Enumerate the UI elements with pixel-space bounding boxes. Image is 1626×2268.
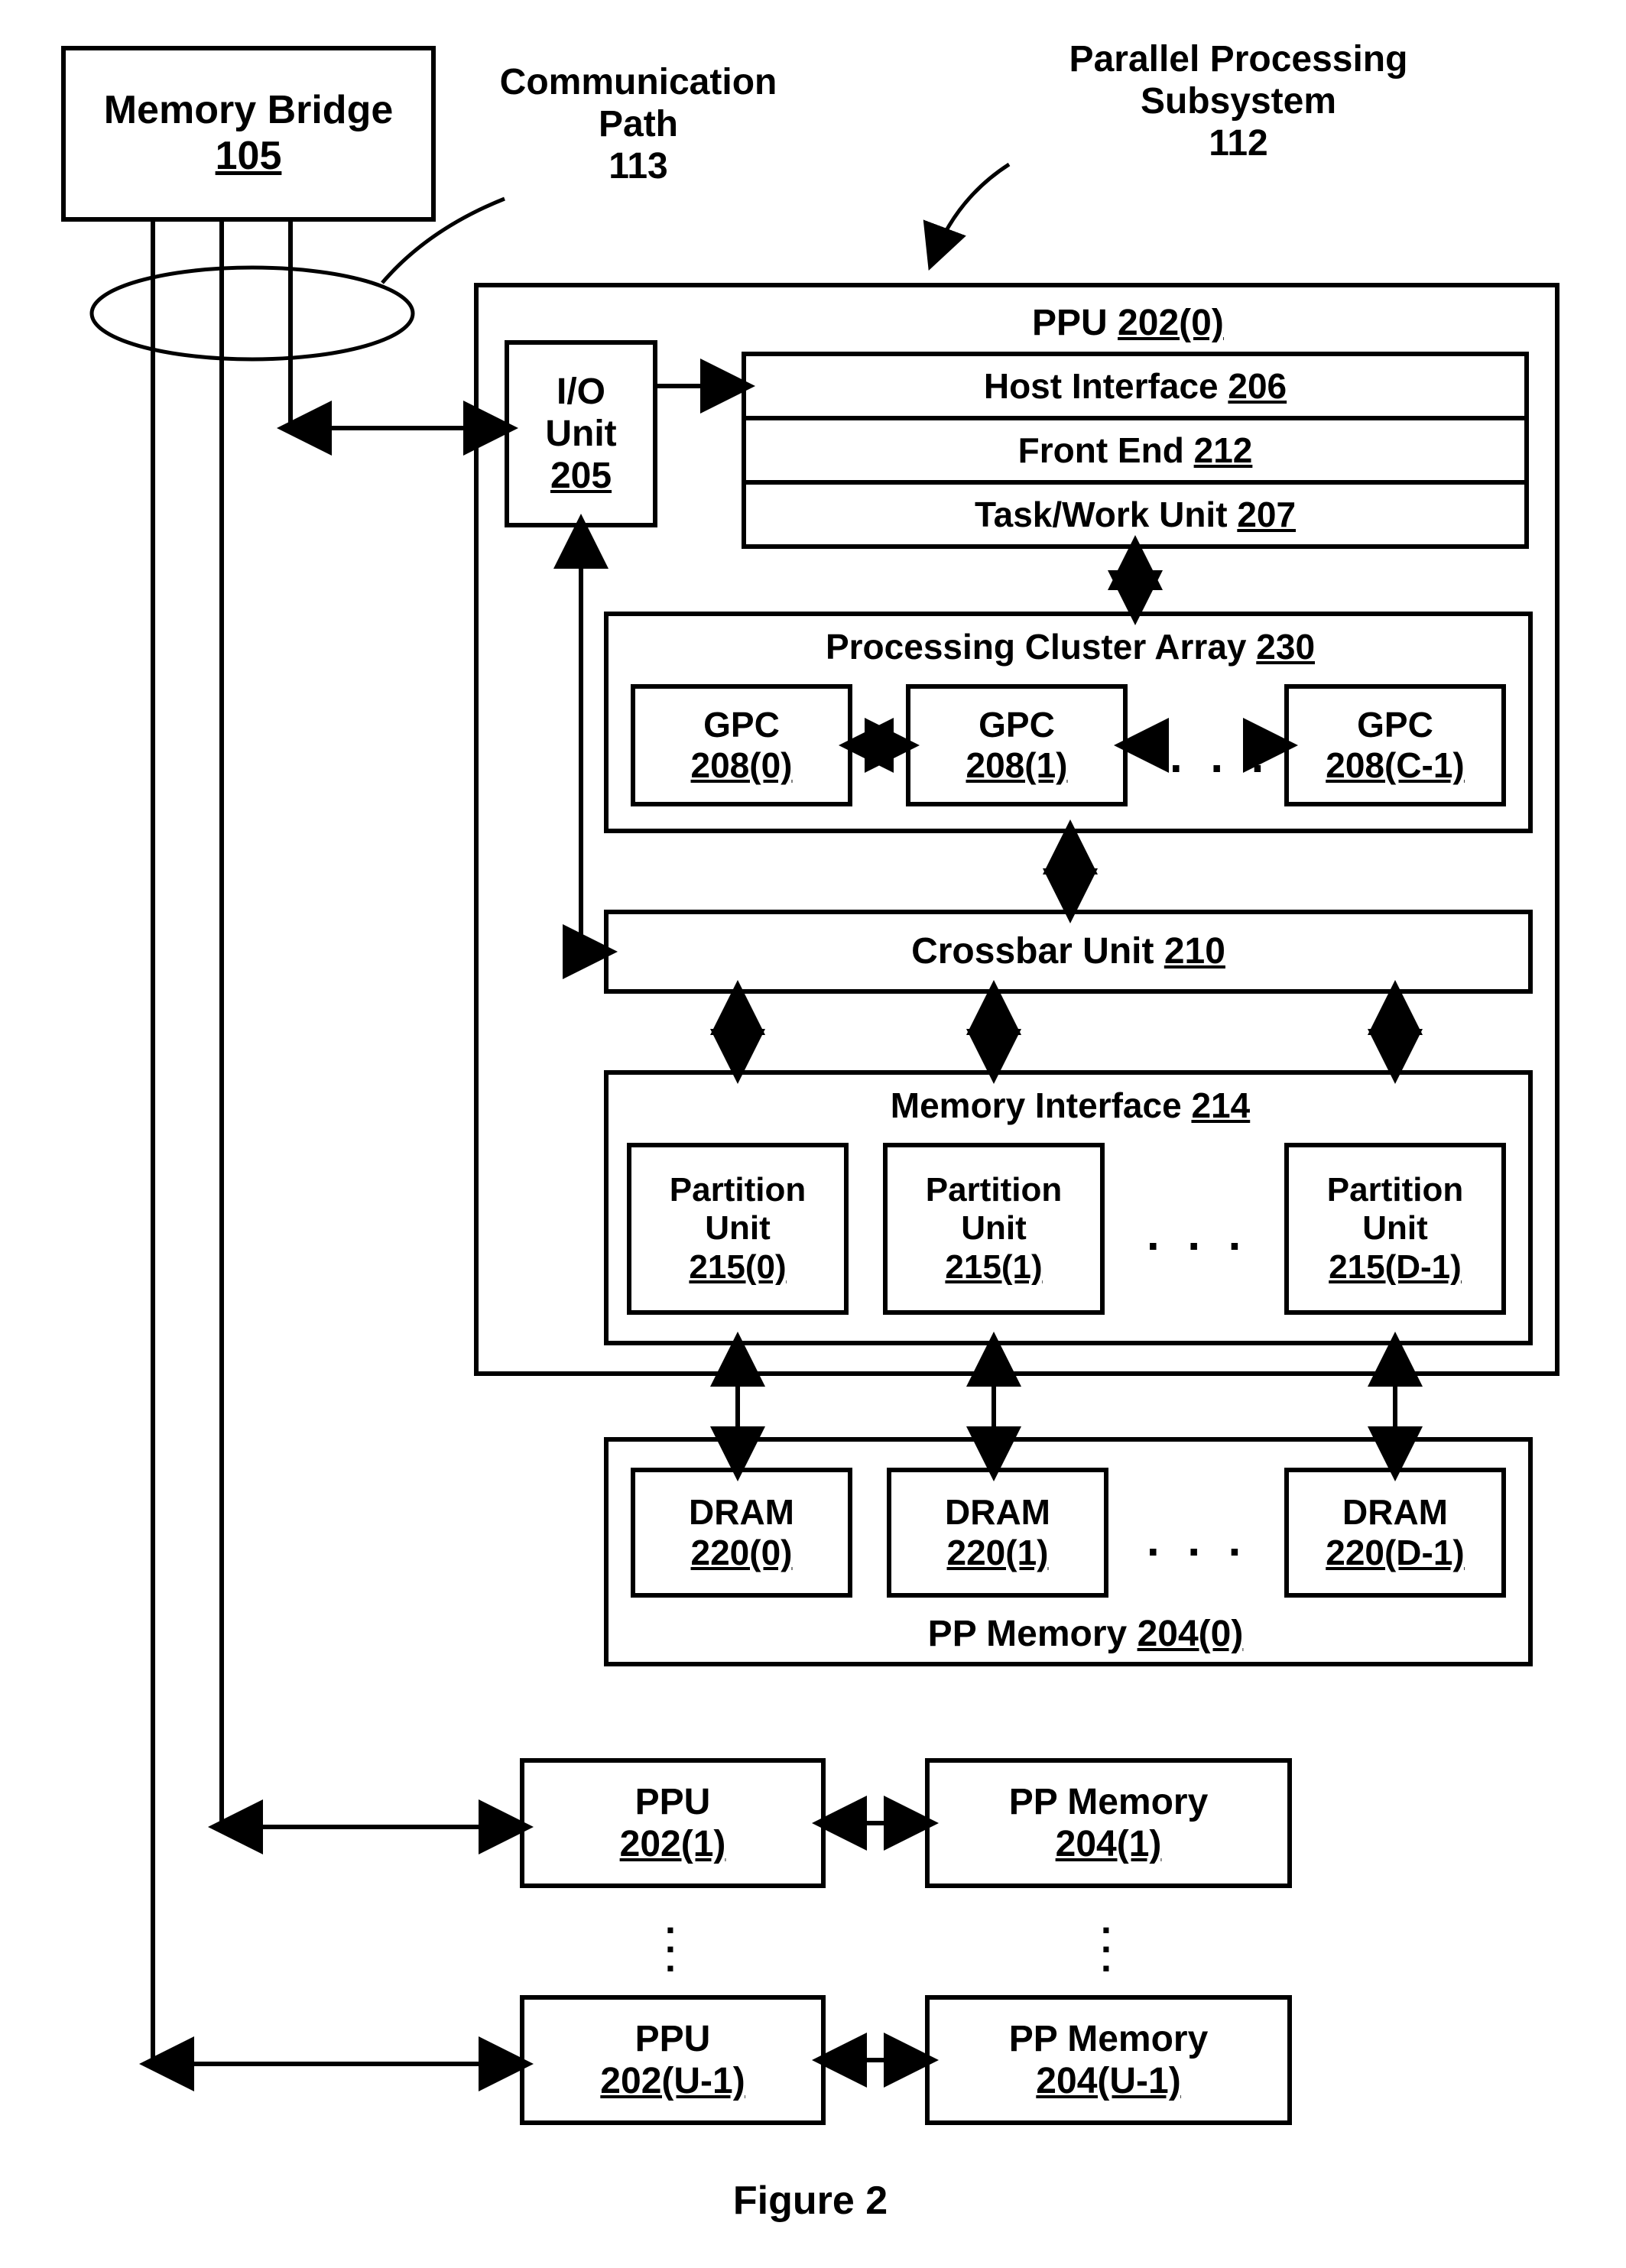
memory-bridge-title: Memory Bridge xyxy=(104,88,394,134)
io-t1: I/O xyxy=(557,371,605,413)
ppmem1-box: PP Memory 204(1) xyxy=(925,1758,1292,1888)
gpc-0-box: GPC 208(0) xyxy=(631,684,852,806)
pps-title2: Subsystem xyxy=(1141,81,1336,122)
partition-1-box: Partition Unit 215(1) xyxy=(883,1143,1105,1315)
partition-ellipsis: . . . xyxy=(1147,1208,1248,1261)
dram-1-box: DRAM 220(1) xyxy=(887,1468,1108,1598)
dram-ellipsis: . . . xyxy=(1147,1514,1248,1566)
partition-d-box: Partition Unit 215(D-1) xyxy=(1284,1143,1506,1315)
ppu1-box: PPU 202(1) xyxy=(520,1758,826,1888)
io-t2: Unit xyxy=(545,413,616,455)
front-end-box: Front End 212 xyxy=(742,416,1529,485)
memory-bridge-box: Memory Bridge 105 xyxy=(61,46,436,222)
comm-path-ref: 113 xyxy=(609,146,667,187)
ppu-u-box: PPU 202(U-1) xyxy=(520,1995,826,2125)
figure-caption: Figure 2 xyxy=(657,2179,963,2224)
memif-title: Memory Interface 214 xyxy=(764,1085,1376,1126)
io-ref: 205 xyxy=(550,455,612,497)
ppmem0-title: PP Memory 204(0) xyxy=(856,1613,1315,1655)
dram-d-box: DRAM 220(D-1) xyxy=(1284,1468,1506,1598)
gpc-c-box: GPC 208(C-1) xyxy=(1284,684,1506,806)
ppmem-u-box: PP Memory 204(U-1) xyxy=(925,1995,1292,2125)
host-interface-box: Host Interface 206 xyxy=(742,352,1529,420)
ppu0-title: PPU 202(0) xyxy=(1032,302,1224,344)
ppu-vellipsis-2: ... xyxy=(1101,1911,1112,1968)
ppu-vellipsis-1: ... xyxy=(665,1911,676,1968)
dram-0-box: DRAM 220(0) xyxy=(631,1468,852,1598)
gpc-1-box: GPC 208(1) xyxy=(906,684,1128,806)
pca-title: Processing Cluster Array 230 xyxy=(703,627,1437,667)
comm-path-title2: Path xyxy=(599,104,678,144)
pps-label: Parallel Processing Subsystem 112 xyxy=(1009,38,1468,165)
task-work-unit-box: Task/Work Unit 207 xyxy=(742,480,1529,549)
comm-path-title1: Communication xyxy=(500,62,777,102)
memory-bridge-ref: 105 xyxy=(216,134,282,180)
gpc-ellipsis: . . . xyxy=(1170,730,1271,783)
crossbar-box: Crossbar Unit 210 xyxy=(604,910,1533,994)
io-unit-box: I/O Unit 205 xyxy=(505,340,657,527)
partition-0-box: Partition Unit 215(0) xyxy=(627,1143,849,1315)
diagram-canvas: Memory Bridge 105 Communication Path 113… xyxy=(0,0,1626,2268)
pps-title1: Parallel Processing xyxy=(1069,39,1408,79)
comm-path-label: Communication Path 113 xyxy=(474,61,803,188)
pps-ref: 112 xyxy=(1209,123,1267,164)
